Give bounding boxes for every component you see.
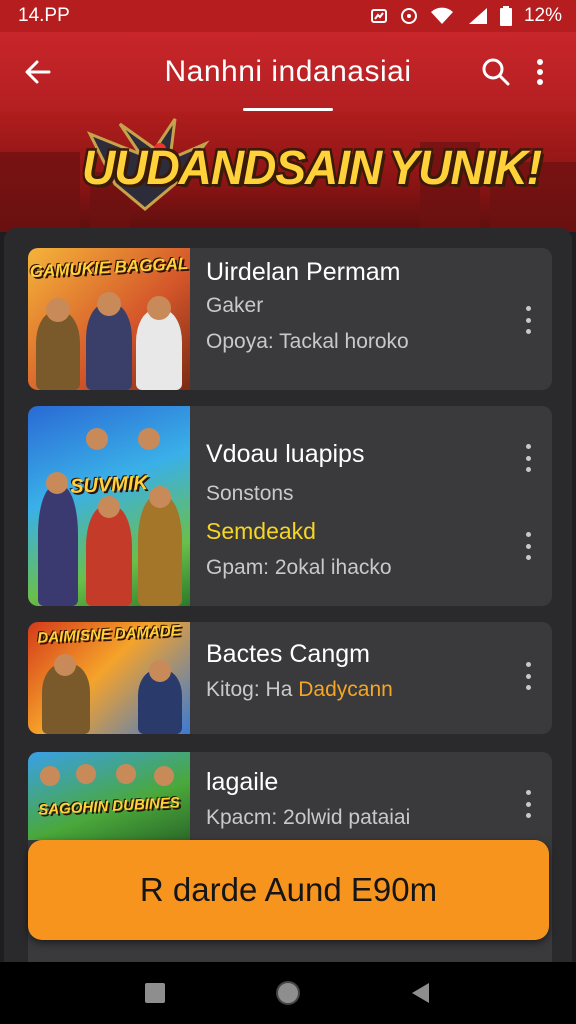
back-arrow-icon xyxy=(25,60,51,84)
game-detail-prefix: Kitog: Ha xyxy=(206,678,293,701)
game-title: Uirdelan Permam xyxy=(206,258,401,286)
game-thumbnail: GAMUKIE BAGGAL xyxy=(28,248,190,390)
game-card[interactable]: DAIMISNE DAMADE Bactes Cangm Kitog: Ha D… xyxy=(28,622,552,734)
more-options-button[interactable] xyxy=(518,48,562,96)
thumbnail-title: SUVMIK xyxy=(69,471,149,499)
game-thumbnail: SUVMIK xyxy=(28,406,190,606)
system-nav-bar xyxy=(0,962,576,1024)
back-triangle-icon[interactable] xyxy=(409,981,433,1005)
game-detail: Kpacm: 2olwid pataiai xyxy=(206,806,411,829)
game-thumbnail: SAGOHIN DUBINES xyxy=(28,752,190,840)
game-detail: Gpam: 2okal ihacko xyxy=(206,556,392,579)
recents-icon[interactable] xyxy=(143,981,167,1005)
game-title: lagaile xyxy=(206,768,279,796)
cta-button[interactable]: R darde Aund E90m xyxy=(28,840,549,940)
search-button[interactable] xyxy=(474,48,518,96)
game-card[interactable]: SUVMIK Vdoau luapips Sonstons Semdeakd G… xyxy=(28,406,552,606)
card-more-button[interactable] xyxy=(518,306,538,334)
status-time: 14.PP xyxy=(18,5,70,26)
game-subtitle: Sonstons xyxy=(206,482,294,505)
search-icon xyxy=(482,58,510,86)
home-icon[interactable] xyxy=(274,979,302,1007)
battery-icon xyxy=(499,6,512,26)
status-icons: 12% xyxy=(370,5,562,27)
promo-banner[interactable]: UUDANDSAIN YUNIK! xyxy=(0,112,576,232)
banner-title: UUDANDSAIN YUNIK! xyxy=(82,139,542,196)
game-detail-highlight: Dadycann xyxy=(298,678,393,701)
thumbnail-title: SAGOHIN DUBINES xyxy=(37,794,181,819)
notification-icon xyxy=(370,9,387,23)
banner-title-part1: UUDANDSAIN xyxy=(82,139,382,195)
game-highlight: Semdeakd xyxy=(206,518,316,544)
wifi-icon xyxy=(430,7,453,24)
thumbnail-title: DAIMISNE DAMADE xyxy=(36,622,182,647)
game-title: Vdoau luapips xyxy=(206,440,365,468)
card-more-button[interactable] xyxy=(518,532,538,560)
signal-icon xyxy=(468,8,487,24)
game-title: Bactes Cangm xyxy=(206,640,370,668)
game-thumbnail: DAIMISNE DAMADE xyxy=(28,622,190,734)
title-indicator xyxy=(243,108,333,111)
app-bar: Nanhni indanasiai xyxy=(0,32,576,112)
status-bar: 14.PP 12% xyxy=(0,0,576,32)
game-card[interactable]: GAMUKIE BAGGAL Uirdelan Permam Gaker Opo… xyxy=(28,248,552,390)
page-title: Nanhni indanasiai xyxy=(164,55,412,88)
game-detail: Kitog: Ha Dadycann xyxy=(206,678,393,702)
thumbnail-title: GAMUKIE BAGGAL xyxy=(29,253,189,282)
alarm-icon xyxy=(400,8,417,24)
battery-percent: 12% xyxy=(523,5,562,26)
card-more-button[interactable] xyxy=(518,444,538,472)
back-button[interactable] xyxy=(14,48,62,96)
card-more-button[interactable] xyxy=(518,790,538,818)
game-detail: Opoya: Tackal horoko xyxy=(206,330,409,353)
more-vert-icon xyxy=(537,59,543,85)
game-subtitle: Gaker xyxy=(206,294,264,317)
card-more-button[interactable] xyxy=(518,662,538,690)
banner-title-part2: YUNIK! xyxy=(388,139,542,195)
